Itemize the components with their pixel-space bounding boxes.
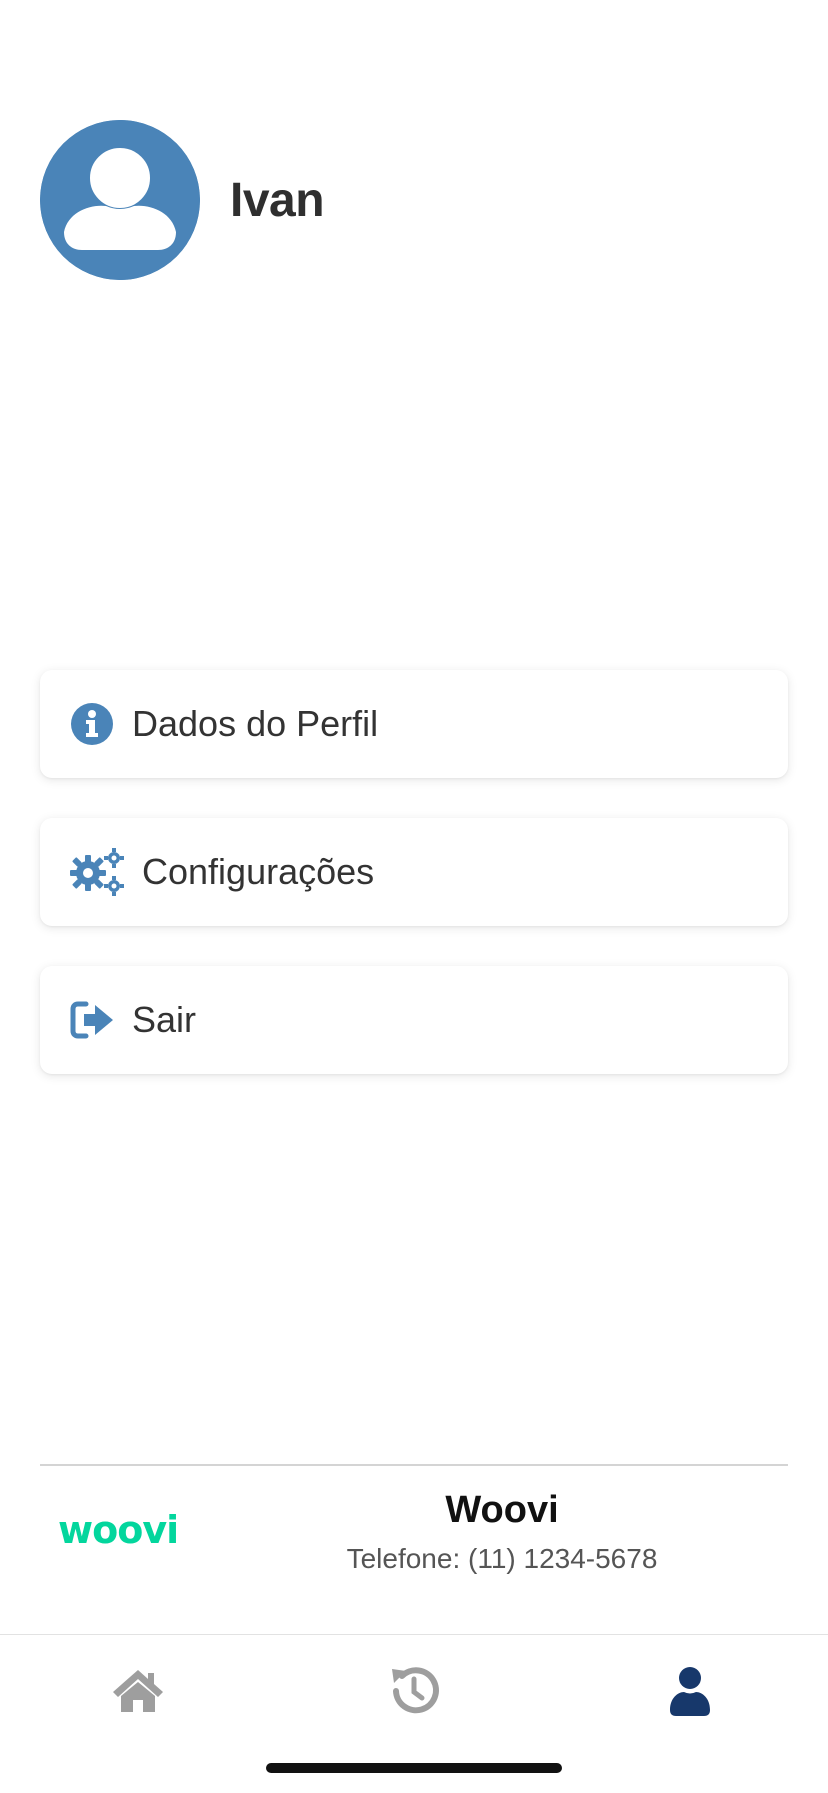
menu-item-label: Sair: [132, 999, 197, 1040]
company-name: Woovi: [445, 1489, 559, 1531]
menu-item-profile-data[interactable]: Dados do Perfil: [40, 670, 788, 778]
menu-item-label: Configurações: [142, 851, 375, 892]
company-info: Woovi Telefone: (11) 1234-5678: [300, 1488, 704, 1576]
footer-divider: [40, 1464, 788, 1466]
gears-icon: [70, 848, 136, 896]
tab-home[interactable]: [98, 1661, 178, 1721]
menu-item-settings[interactable]: Configurações: [40, 818, 788, 926]
menu-item-logout[interactable]: Sair: [40, 966, 788, 1074]
tab-history[interactable]: [374, 1661, 454, 1721]
sign-out-icon: [70, 996, 126, 1044]
user-name: Ivan: [230, 173, 325, 227]
home-indicator: [266, 1763, 562, 1773]
tab-profile[interactable]: [650, 1661, 730, 1721]
profile-menu: Dados do Perfil Configurações Sair: [40, 670, 788, 1114]
company-phone: Telefone: (11) 1234-5678: [346, 1543, 658, 1574]
profile-header: Ivan: [40, 120, 325, 280]
user-avatar-icon: [40, 120, 200, 280]
avatar: [40, 120, 200, 280]
info-circle-icon: [70, 700, 126, 748]
user-icon: [670, 1667, 710, 1716]
woovi-logo: woovi: [58, 1508, 179, 1552]
home-icon: [113, 1670, 163, 1712]
history-icon: [392, 1667, 439, 1714]
menu-item-label: Dados do Perfil: [132, 703, 379, 744]
